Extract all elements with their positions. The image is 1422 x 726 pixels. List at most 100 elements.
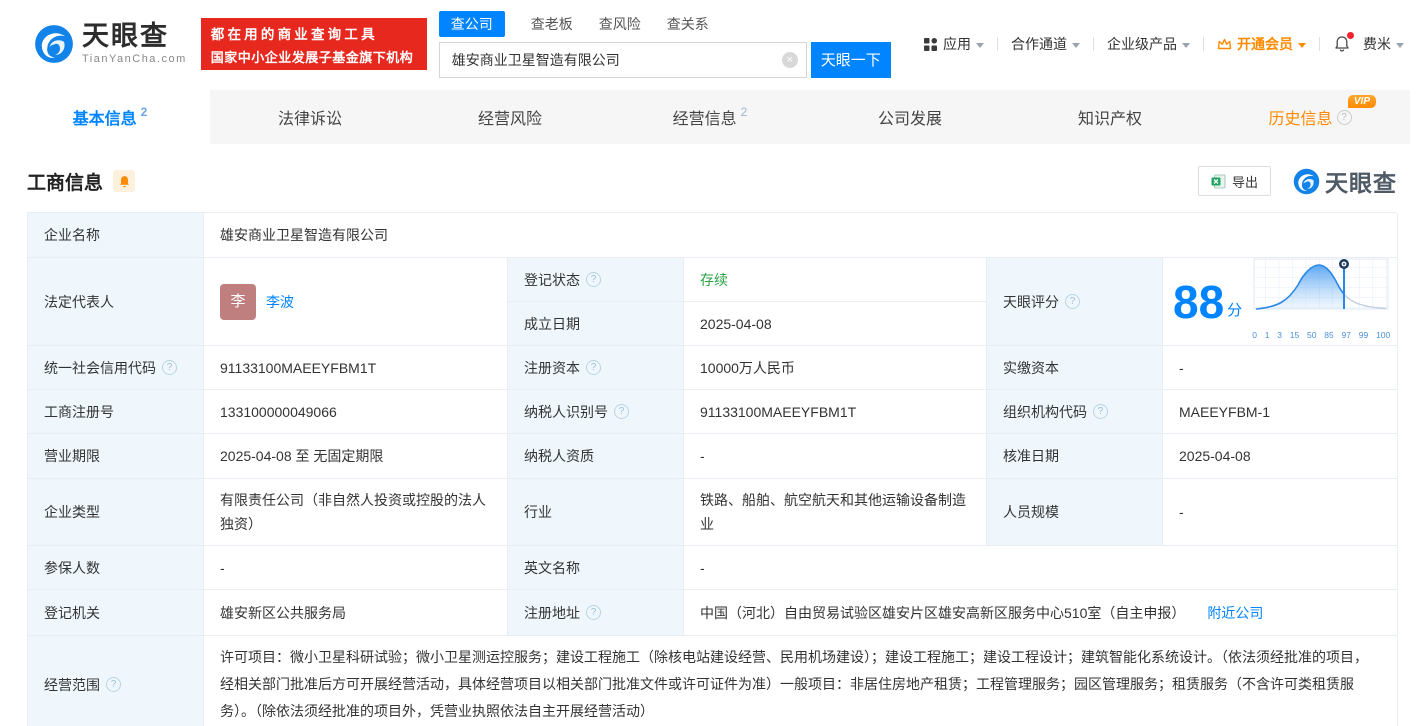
search-tab-boss[interactable]: 查老板: [531, 11, 573, 37]
legal-rep-value: 李 李波: [204, 258, 508, 346]
field-label: 行业: [508, 479, 684, 546]
field-label: 成立日期: [508, 302, 684, 346]
paid-capital-value: -: [1163, 346, 1398, 390]
table-row: 工商注册号 133100000049066 纳税人识别号 91133100MAE…: [28, 390, 1397, 434]
search-button[interactable]: 天眼一下: [811, 42, 891, 78]
table-row: 统一社会信用代码 91133100MAEEYFBM1T 注册资本 10000万人…: [28, 346, 1397, 390]
tab-label: 知识产权: [1078, 105, 1142, 129]
nav-apps-label: 应用: [943, 34, 971, 54]
field-label: 英文名称: [508, 546, 684, 590]
nearby-companies-link[interactable]: 附近公司: [1207, 602, 1263, 624]
crown-icon: [1217, 38, 1232, 51]
clear-search-icon[interactable]: ×: [782, 52, 798, 68]
help-icon[interactable]: [162, 360, 177, 375]
excel-icon: [1211, 174, 1226, 189]
site-header: 天眼查 TianYanCha.com 都在用的商业查询工具 国家中小企业发展子基…: [0, 0, 1422, 88]
promo-banner: 都在用的商业查询工具 国家中小企业发展子基金旗下机构: [201, 18, 427, 70]
tianyancha-watermark: 天眼查: [1293, 164, 1397, 198]
nav-vip-label: 开通会员: [1237, 34, 1293, 54]
vip-badge: VIP: [1348, 95, 1376, 108]
nav-user-menu[interactable]: 费米: [1363, 34, 1404, 54]
logo-brand-text: 天眼查: [82, 23, 187, 50]
nav-partner-channel[interactable]: 合作通道: [1011, 34, 1080, 54]
chart-axis-ticks: 0131550859799100: [1252, 324, 1390, 346]
tick-label: 50: [1307, 324, 1316, 346]
tab-business-info[interactable]: 经营信息 2: [610, 90, 810, 144]
field-label: 组织机构代码: [987, 390, 1163, 434]
tianyancha-logo-icon: [1293, 168, 1320, 195]
search-tab-risk[interactable]: 查风险: [599, 11, 641, 37]
monitor-bell-button[interactable]: [113, 170, 135, 192]
org-code-value: MAEEYFBM-1: [1163, 390, 1398, 434]
nav-apps[interactable]: 应用: [923, 34, 984, 54]
chevron-down-icon: [1298, 43, 1306, 48]
tab-bar: 基本信息 2 法律诉讼 经营风险 经营信息 2 公司发展 知识产权 VIP 历史…: [10, 90, 1410, 144]
export-button[interactable]: 导出: [1198, 166, 1271, 196]
tab-legal-proceedings[interactable]: 法律诉讼: [210, 90, 410, 144]
tab-label: 公司发展: [878, 105, 942, 129]
banner-line2: 国家中小企业发展子基金旗下机构: [211, 47, 417, 66]
field-label: 法定代表人: [28, 258, 204, 346]
help-icon[interactable]: [1065, 294, 1080, 309]
table-row: 登记机关 雄安新区公共服务局 注册地址 中国（河北）自由贸易试验区雄安片区雄安高…: [28, 590, 1397, 636]
help-icon[interactable]: [1337, 110, 1352, 125]
table-row: 参保人数 - 英文名称 -: [28, 546, 1397, 590]
export-label: 导出: [1232, 172, 1258, 191]
field-label: 登记机关: [28, 590, 204, 636]
help-icon[interactable]: [614, 404, 629, 419]
help-icon[interactable]: [1093, 404, 1108, 419]
score-unit: 分: [1227, 300, 1242, 322]
legal-rep-link[interactable]: 李波: [266, 291, 294, 313]
section-header: 工商信息 导出 天眼查: [0, 144, 1422, 210]
help-icon[interactable]: [106, 677, 121, 692]
chevron-down-icon: [1182, 43, 1190, 48]
tab-operating-risk[interactable]: 经营风险: [410, 90, 610, 144]
tab-history-info[interactable]: VIP 历史信息: [1210, 90, 1410, 144]
help-icon[interactable]: [586, 272, 601, 287]
insured-count-value: -: [204, 546, 508, 590]
nav-partner-label: 合作通道: [1011, 34, 1067, 54]
score-number: 88: [1173, 279, 1224, 325]
search-tab-relation[interactable]: 查关系: [667, 11, 709, 37]
score-value: 88 分: [1163, 258, 1398, 346]
field-label: 核准日期: [987, 434, 1163, 479]
nav-enterprise-label: 企业级产品: [1107, 34, 1177, 54]
tianyancha-logo-icon: [34, 24, 74, 64]
avatar[interactable]: 李: [220, 284, 256, 320]
divider: [1203, 37, 1204, 51]
top-nav: 应用 合作通道 企业级产品 开通会员: [923, 34, 1404, 54]
field-label: 人员规模: [987, 479, 1163, 546]
field-label: 企业名称: [28, 213, 204, 258]
field-label: 登记状态: [508, 258, 684, 302]
table-row: 营业期限 2025-04-08 至 无固定期限 纳税人资质 - 核准日期 202…: [28, 434, 1397, 479]
field-label: 营业期限: [28, 434, 204, 479]
tab-basic-info[interactable]: 基本信息 2: [10, 90, 210, 144]
search-input[interactable]: [452, 52, 782, 68]
nav-vip-upgrade[interactable]: 开通会员: [1217, 34, 1306, 54]
notifications-button[interactable]: [1333, 35, 1351, 53]
table-row: 企业名称 雄安商业卫星智造有限公司: [28, 213, 1397, 258]
tab-label: 基本信息: [73, 105, 137, 129]
site-logo[interactable]: 天眼查 TianYanCha.com: [34, 23, 187, 65]
nav-enterprise-products[interactable]: 企业级产品: [1107, 34, 1190, 54]
tick-label: 99: [1359, 324, 1368, 346]
tick-label: 3: [1277, 324, 1282, 346]
chevron-down-icon: [976, 43, 984, 48]
help-icon[interactable]: [586, 360, 601, 375]
reg-status-value: 存续: [684, 258, 987, 302]
tab-company-development[interactable]: 公司发展: [810, 90, 1010, 144]
field-label: 实缴资本: [987, 346, 1163, 390]
logo-domain-text: TianYanCha.com: [82, 53, 187, 65]
chevron-down-icon: [1396, 43, 1404, 48]
industry-value: 铁路、船舶、航空航天和其他运输设备制造业: [684, 479, 987, 546]
tab-intellectual-property[interactable]: 知识产权: [1010, 90, 1210, 144]
search-tab-company[interactable]: 查公司: [439, 11, 505, 37]
chevron-down-icon: [1072, 43, 1080, 48]
business-scope-value: 许可项目：微小卫星科研试验；微小卫星测运控服务；建设工程施工（除核电站建设经营、…: [204, 636, 1398, 726]
company-name-value: 雄安商业卫星智造有限公司: [204, 213, 1398, 258]
field-label: 企业类型: [28, 479, 204, 546]
table-row: 法定代表人 李 李波 登记状态 存续 成立日期 2025-04-08 天眼评分 …: [28, 258, 1397, 346]
taxpayer-quality-value: -: [684, 434, 987, 479]
help-icon[interactable]: [586, 605, 601, 620]
reg-authority-value: 雄安新区公共服务局: [204, 590, 508, 636]
